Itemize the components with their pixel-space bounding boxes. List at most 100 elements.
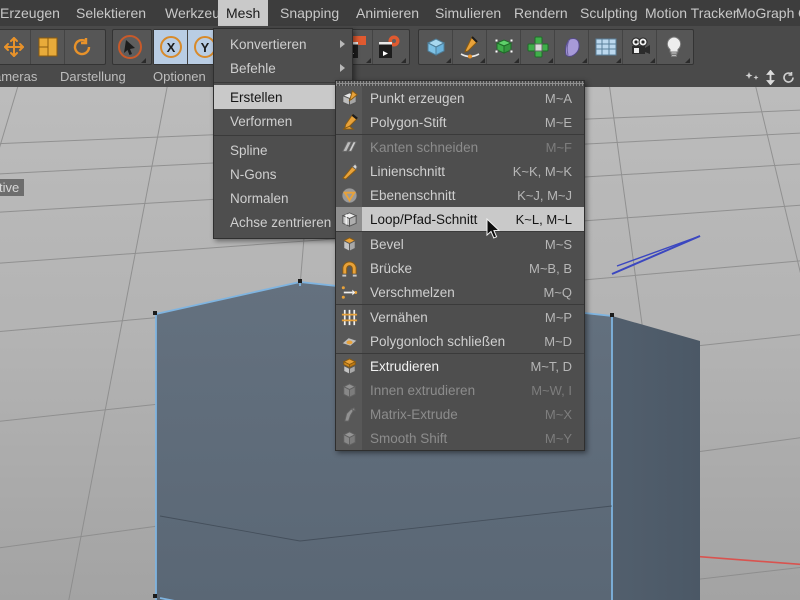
create-item-punkt-erzeugen[interactable]: Punkt erzeugen M~A [336, 86, 584, 110]
toolbar-group-select [112, 29, 152, 65]
menu-rendern[interactable]: Rendern [506, 0, 576, 26]
erstellen-submenu[interactable]: Punkt erzeugen M~A Polygon-Stift M~E Kan… [335, 80, 585, 451]
shortcut: K~K, M~K [512, 163, 572, 179]
camera-object-icon[interactable] [623, 30, 657, 64]
label: Matrix-Extrude [370, 406, 458, 422]
create-item-polygon-stift[interactable]: Polygon-Stift M~E [336, 110, 584, 134]
mesh-item-spline[interactable]: Spline [214, 138, 352, 162]
label: Kanten schneiden [370, 139, 479, 155]
create-item-loop-pfad-schnitt[interactable]: Loop/Pfad-Schnitt K~L, M~L [336, 207, 584, 231]
submenu-corner-indicator [650, 58, 655, 63]
mesh-item-erstellen[interactable]: Erstellen [214, 85, 352, 109]
mesh-dropdown-menu[interactable]: Konvertieren Befehle Erstellen Verformen… [213, 28, 353, 239]
generator-nurbs-icon[interactable] [487, 30, 521, 64]
spline-pen-icon[interactable] [453, 30, 487, 64]
mesh-item-achse-zentrieren[interactable]: Achse zentrieren [214, 210, 352, 234]
mesh-item-n-gons[interactable]: N-Gons [214, 162, 352, 186]
create-item-vernaehen[interactable]: Vernähen M~P [336, 305, 584, 329]
shortcut: M~B, B [529, 260, 572, 276]
label: Befehle [230, 60, 276, 76]
label: Vernähen [370, 309, 428, 325]
label: Polygonloch schließen [370, 333, 506, 349]
mesh-item-normalen[interactable]: Normalen [214, 186, 352, 210]
close-polygon-hole-icon [336, 329, 362, 353]
cube-primitive-icon[interactable] [419, 30, 453, 64]
floor-environment-icon[interactable] [589, 30, 623, 64]
submenu-corner-indicator [401, 58, 406, 63]
bend-object-icon[interactable] [555, 30, 589, 64]
stitch-sew-icon [336, 305, 362, 329]
viewport-camera-label: tive [0, 179, 25, 196]
create-item-linienschnitt[interactable]: Linienschnitt K~K, M~K [336, 159, 584, 183]
viewport-menu-optionen[interactable]: Optionen [153, 69, 206, 84]
move-tool-icon[interactable] [0, 30, 31, 64]
rotate-tool-icon[interactable] [65, 30, 99, 64]
create-item-innen-extrudieren[interactable]: Innen extrudieren M~W, I [336, 378, 584, 402]
axis-x-lock-icon[interactable]: X [154, 30, 188, 64]
rotate-view-icon[interactable] [781, 70, 796, 85]
label: Verschmelzen [370, 284, 455, 300]
pan-vertical-icon[interactable] [763, 69, 778, 86]
create-item-kanten-schneiden[interactable]: Kanten schneiden M~F [336, 135, 584, 159]
create-item-polygonloch-schliessen[interactable]: Polygonloch schließen M~D [336, 329, 584, 353]
submenu-corner-indicator [582, 58, 587, 63]
scale-tool-icon[interactable] [31, 30, 65, 64]
menu-separator [214, 82, 352, 83]
bridge-icon [336, 256, 362, 280]
label: Ebenenschnitt [370, 187, 456, 203]
menu-mesh[interactable]: Mesh [218, 0, 269, 26]
label: Achse zentrieren [230, 214, 332, 230]
menu-sculpting[interactable]: Sculpting [572, 0, 646, 26]
menu-erzeugen[interactable]: Erzeugen [0, 0, 68, 26]
render-settings-icon[interactable] [373, 30, 407, 64]
viewport-menu-darstellung[interactable]: Darstellung [60, 69, 126, 84]
shortcut: K~L, M~L [515, 211, 572, 227]
main-toolbar[interactable]: X Y [0, 26, 800, 68]
light-object-icon[interactable] [657, 30, 691, 64]
chevron-right-icon [340, 64, 345, 72]
deformer-icon[interactable] [521, 30, 555, 64]
cube-face-right [612, 316, 700, 600]
label: N-Gons [230, 166, 277, 182]
shortcut: M~X [544, 406, 572, 422]
submenu-corner-indicator [685, 58, 690, 63]
menu-snapping[interactable]: Snapping [272, 0, 347, 26]
select-live-tool-icon[interactable] [113, 30, 147, 64]
cut-edges-icon [336, 135, 362, 159]
submenu-corner-indicator [548, 58, 553, 63]
cinema4d-window: tive Erzeugen Selektieren Werkzeuge Mesh… [0, 0, 800, 600]
label: Erstellen [230, 89, 283, 105]
svg-text:Y: Y [201, 40, 210, 55]
matrix-extrude-icon [336, 402, 362, 426]
create-item-extrudieren[interactable]: Extrudieren M~T, D [336, 354, 584, 378]
shortcut: M~W, I [531, 382, 572, 398]
move-view-icon[interactable] [745, 70, 760, 85]
create-item-matrix-extrude[interactable]: Matrix-Extrude M~X [336, 402, 584, 426]
mesh-item-verformen[interactable]: Verformen [214, 109, 352, 133]
create-item-ebenenschnitt[interactable]: Ebenenschnitt K~J, M~J [336, 183, 584, 207]
line-cut-icon [336, 159, 362, 183]
create-item-smooth-shift[interactable]: Smooth Shift M~Y [336, 426, 584, 450]
shortcut: M~D [544, 333, 572, 349]
create-point-icon [336, 86, 362, 110]
shortcut: K~J, M~J [517, 187, 572, 203]
menu-selektieren[interactable]: Selektieren [68, 0, 154, 26]
mesh-item-konvertieren[interactable]: Konvertieren [214, 32, 352, 56]
submenu-corner-indicator [141, 58, 146, 63]
create-item-bruecke[interactable]: Brücke M~B, B [336, 256, 584, 280]
plane-cut-icon [336, 183, 362, 207]
smooth-shift-icon [336, 426, 362, 450]
menu-character[interactable]: C [790, 0, 800, 26]
create-item-bevel[interactable]: Bevel M~S [336, 232, 584, 256]
viewport-menu-kameras[interactable]: ameras [0, 69, 37, 84]
viewport-navigation-icons[interactable] [745, 69, 796, 86]
main-menubar[interactable]: Erzeugen Selektieren Werkzeuge Mesh Snap… [0, 0, 800, 26]
create-item-verschmelzen[interactable]: Verschmelzen M~Q [336, 280, 584, 304]
mesh-item-befehle[interactable]: Befehle [214, 56, 352, 80]
cube-face-left [156, 282, 300, 600]
submenu-corner-indicator [616, 58, 621, 63]
label: Polygon-Stift [370, 114, 447, 130]
shortcut: M~E [544, 114, 572, 130]
menu-animieren[interactable]: Animieren [348, 0, 427, 26]
menu-simulieren[interactable]: Simulieren [427, 0, 509, 26]
